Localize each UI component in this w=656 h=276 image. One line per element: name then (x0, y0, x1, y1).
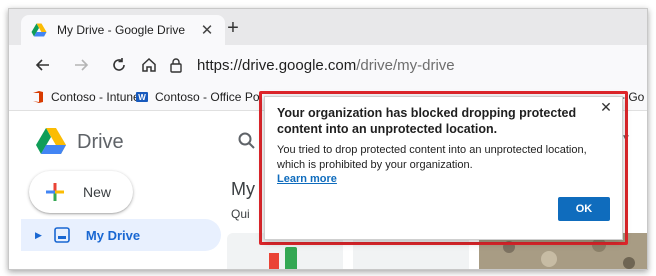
browser-window: My Drive - Google Drive ✕ + https://driv… (8, 8, 648, 270)
file-thumbnail-icon (269, 247, 297, 269)
office-icon (31, 90, 45, 104)
url-host: https://drive.google.com (197, 56, 357, 74)
new-tab-button[interactable]: + (221, 17, 245, 41)
tab-close-icon[interactable]: ✕ (199, 21, 215, 39)
forward-arrow-icon[interactable] (69, 53, 93, 77)
favorite-contoso-intune[interactable]: Contoso - Intune (31, 90, 140, 104)
home-icon[interactable] (137, 53, 161, 77)
sidebar-item-my-drive[interactable]: ▶ My Drive (21, 219, 221, 251)
back-arrow-icon[interactable] (31, 53, 55, 77)
favorite-contoso-office[interactable]: W Contoso - Office Po... (135, 90, 270, 104)
my-drive-icon (54, 227, 70, 243)
new-button[interactable]: New (29, 171, 133, 213)
new-button-label: New (83, 184, 112, 200)
sidebar-item-label: My Drive (85, 227, 141, 243)
dialog-message: You tried to drop protected content into… (277, 144, 587, 171)
word-icon: W (135, 90, 149, 104)
quick-access-label: Qui (231, 207, 250, 221)
ok-button[interactable]: OK (558, 197, 610, 221)
blocked-drop-alert-dialog: ✕ Your organization has blocked dropping… (264, 96, 623, 240)
learn-more-link[interactable]: Learn more (277, 173, 337, 185)
dialog-title: Your organization has blocked dropping p… (277, 106, 577, 136)
expand-arrow-icon[interactable]: ▶ (35, 230, 42, 241)
address-bar[interactable]: https://drive.google.com/drive/my-drive (167, 51, 647, 79)
google-drive-favicon-icon (31, 22, 47, 38)
lock-icon[interactable] (167, 56, 185, 74)
page-title: My (231, 179, 255, 199)
favorite-label: Contoso - Intune (51, 90, 140, 104)
close-icon[interactable]: ✕ (598, 99, 614, 116)
favorite-label: Contoso - Office Po... (155, 90, 270, 104)
tab-title: My Drive - Google Drive (57, 23, 186, 37)
address-toolbar: https://drive.google.com/drive/my-drive (9, 45, 647, 85)
svg-text:W: W (138, 93, 146, 102)
tab-strip: My Drive - Google Drive ✕ + (9, 9, 647, 45)
drive-app-name: Drive (77, 131, 124, 153)
url-text: https://drive.google.com/drive/my-drive (197, 57, 455, 74)
search-icon[interactable] (237, 131, 257, 151)
plus-icon (46, 183, 64, 201)
tab-my-drive[interactable]: My Drive - Google Drive ✕ (21, 15, 225, 45)
url-path: /drive/my-drive (356, 56, 455, 74)
google-drive-logo-icon[interactable] (35, 127, 67, 155)
refresh-icon[interactable] (107, 53, 131, 77)
